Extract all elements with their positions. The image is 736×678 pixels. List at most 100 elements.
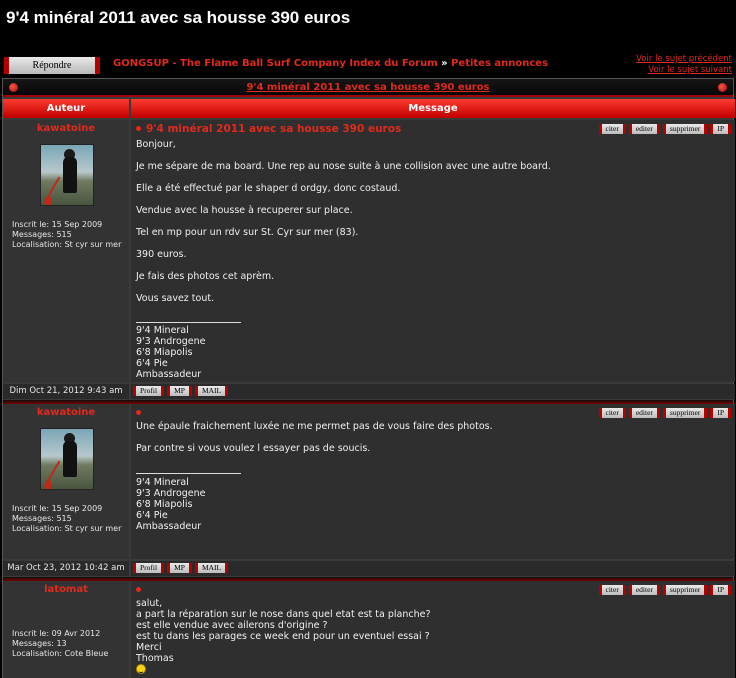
avatar	[40, 428, 94, 490]
signature-line: 6'4 Pie	[136, 510, 168, 521]
location: Localisation: St cyr sur mer	[12, 524, 122, 533]
ip-button[interactable]: IP	[710, 408, 731, 418]
location: Localisation: St cyr sur mer	[12, 240, 122, 249]
author-profile-info: Inscrit le: 15 Sep 2009 Messages: 515 Lo…	[12, 220, 124, 250]
post-author-cell: kawatoine Inscrit le: 15 Sep 2009 Messag…	[3, 404, 129, 559]
previous-topic-link[interactable]: Voir le sujet précédent	[636, 54, 732, 65]
post-author-name[interactable]: kawatoine	[3, 407, 129, 418]
author-profile-info: Inscrit le: 15 Sep 2009 Messages: 515 Lo…	[12, 504, 124, 534]
smiley-icon	[136, 664, 146, 674]
message-count: Messages: 515	[12, 230, 72, 239]
post-message-cell: 9'4 minéral 2011 avec sa housse 390 euro…	[131, 120, 735, 382]
edit-button[interactable]: editer	[628, 585, 660, 595]
ip-button[interactable]: IP	[710, 585, 731, 595]
post-message-cell: citer editer supprimer IP salut, a part la …	[131, 581, 735, 678]
post-actions: citer editer supprimer IP	[596, 123, 731, 134]
post-actions: citer editer supprimer IP	[596, 584, 731, 595]
signature-divider	[136, 473, 241, 474]
signature-line: 6'8 Miapolis	[136, 499, 193, 510]
signature: 9'4 Mineral 9'3 Androgene 6'8 Miapolis 6…	[136, 325, 206, 380]
quote-button[interactable]: citer	[598, 124, 626, 134]
right-orb-icon	[718, 83, 727, 92]
post-bullet-icon	[136, 125, 141, 131]
post-paragraph: Elle a été effectué par le shaper d ordg…	[136, 183, 401, 194]
post-date: Dim Oct 21, 2012 9:43 am	[3, 384, 129, 399]
post-author-name[interactable]: kawatoine	[3, 123, 129, 134]
author-column-header: Auteur	[3, 99, 129, 118]
signature-line: 6'8 Miapolis	[136, 347, 193, 358]
post-body: Une épaule fraichement luxée ne me perme…	[136, 421, 493, 465]
post-author-cell: latomat Inscrit le: 09 Avr 2012 Messages…	[3, 581, 129, 678]
post-author-cell: kawatoine Inscrit le: 15 Sep 2009 Messag…	[3, 120, 129, 382]
signature-line: 9'4 Mineral	[136, 325, 189, 336]
signature-line: 9'4 Mineral	[136, 477, 189, 488]
post-date: Mar Oct 23, 2012 10:42 am	[3, 561, 129, 576]
profile-button[interactable]: Profil	[133, 386, 165, 396]
post-title-text: 9'4 minéral 2011 avec sa housse 390 euro…	[146, 123, 402, 135]
post-paragraph: Tel en mp pour un rdv sur St. Cyr sur me…	[136, 227, 359, 238]
post-body: Bonjour, Je me sépare de ma board. Une r…	[136, 139, 551, 315]
post-paragraph: Une épaule fraichement luxée ne me perme…	[136, 421, 493, 432]
signature-line: 6'4 Pie	[136, 358, 168, 369]
post-line: Thomas	[136, 653, 174, 664]
post-footer-actions: Profil MP MAIL	[131, 561, 735, 576]
post-actions: citer editer supprimer IP	[596, 407, 731, 418]
post-line: est elle vendue avec ailerons d'origine …	[136, 620, 328, 631]
quote-button[interactable]: citer	[598, 408, 626, 418]
signature-line: Ambassadeur	[136, 521, 202, 532]
breadcrumb: GONGSUP - The Flame Ball Surf Company In…	[113, 58, 548, 69]
profile-button[interactable]: Profil	[133, 563, 165, 573]
post-paragraph: Bonjour,	[136, 139, 176, 150]
breadcrumb-section[interactable]: Petites annonces	[451, 58, 548, 69]
edit-button[interactable]: editer	[628, 408, 660, 418]
signature-line: 9'3 Androgene	[136, 488, 206, 499]
edit-button[interactable]: editer	[628, 124, 660, 134]
post-line: a part la réparation sur le nose dans qu…	[136, 609, 431, 620]
post-paragraph: Vous savez tout.	[136, 293, 215, 304]
mail-button[interactable]: MAIL	[194, 386, 229, 396]
topic-nav: Voir le sujet précédent Voir le sujet su…	[636, 54, 732, 76]
post-title	[136, 407, 146, 419]
post-paragraph: Je me sépare de ma board. Une rep au nos…	[136, 161, 551, 172]
topic-title-bar: 9'4 minéral 2011 avec sa housse 390 euro…	[3, 79, 733, 97]
post-bullet-icon	[136, 586, 141, 592]
page-title: 9'4 minéral 2011 avec sa housse 390 euro…	[6, 8, 351, 27]
quote-button[interactable]: citer	[598, 585, 626, 595]
delete-button[interactable]: supprimer	[662, 124, 708, 134]
signature: 9'4 Mineral 9'3 Androgene 6'8 Miapolis 6…	[136, 477, 206, 532]
post-paragraph: Vendue avec la housse à recuperer sur pl…	[136, 205, 353, 216]
pm-button[interactable]: MP	[167, 563, 192, 573]
reply-button[interactable]: Répondre	[4, 57, 100, 74]
post-title: 9'4 minéral 2011 avec sa housse 390 euro…	[136, 123, 401, 135]
post-author-name[interactable]: latomat	[3, 584, 129, 595]
message-count: Messages: 13	[12, 639, 67, 648]
message-count: Messages: 515	[12, 514, 72, 523]
author-profile-info: Inscrit le: 09 Avr 2012 Messages: 13 Loc…	[12, 629, 124, 659]
topic-title-link[interactable]: 9'4 minéral 2011 avec sa housse 390 euro…	[3, 82, 733, 93]
pm-button[interactable]: MP	[167, 386, 192, 396]
registered-date: Inscrit le: 15 Sep 2009	[12, 220, 103, 229]
post-line: Merci	[136, 642, 162, 653]
location: Localisation: Cote Bleue	[12, 649, 109, 658]
delete-button[interactable]: supprimer	[662, 585, 708, 595]
mail-button[interactable]: MAIL	[194, 563, 229, 573]
post-footer-actions: Profil MP MAIL	[131, 384, 735, 399]
topic-board: 9'4 minéral 2011 avec sa housse 390 euro…	[2, 78, 735, 678]
post-message-cell: citer editer supprimer IP Une épaule fraich…	[131, 404, 735, 559]
registered-date: Inscrit le: 15 Sep 2009	[12, 504, 103, 513]
post-paragraph: 390 euros.	[136, 249, 187, 260]
next-topic-link[interactable]: Voir le sujet suivant	[636, 65, 732, 76]
breadcrumb-forum-index[interactable]: GONGSUP - The Flame Ball Surf Company In…	[113, 58, 438, 69]
breadcrumb-separator: »	[441, 58, 448, 69]
signature-divider	[136, 322, 241, 323]
post-body: salut, a part la réparation sur le nose …	[136, 598, 431, 677]
delete-button[interactable]: supprimer	[662, 408, 708, 418]
post-paragraph: Par contre si vous voulez l essayer pas …	[136, 443, 371, 454]
ip-button[interactable]: IP	[710, 124, 731, 134]
post-bullet-icon	[136, 409, 141, 415]
message-column-header: Message	[131, 99, 735, 118]
post-line: salut,	[136, 598, 163, 609]
post-title	[136, 584, 146, 596]
signature-line: 9'3 Androgene	[136, 336, 206, 347]
avatar	[40, 144, 94, 206]
